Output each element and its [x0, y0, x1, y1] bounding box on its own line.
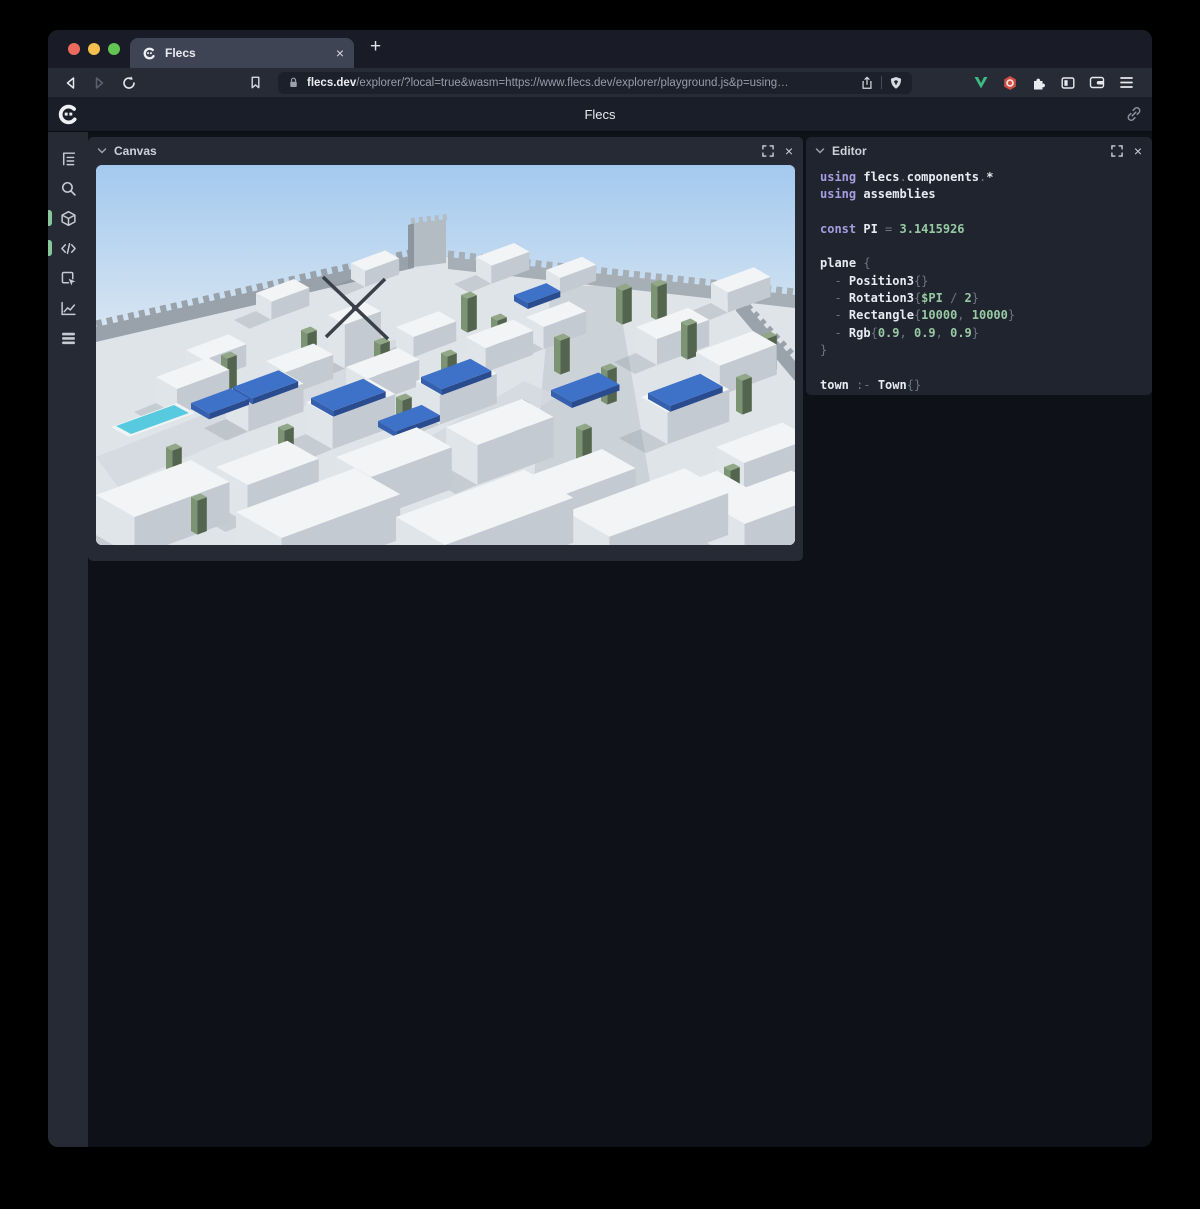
zoom-window-button[interactable] [108, 43, 120, 55]
editor-code[interactable]: using flecs.components.*using assemblies… [806, 165, 1152, 394]
code-icon [60, 240, 77, 257]
tab-bar: Flecs × + [48, 30, 1152, 68]
url-path: /explorer/?local=true&wasm=https://www.f… [356, 77, 853, 89]
reload-button[interactable] [118, 72, 140, 94]
toolbar-extensions [973, 75, 1140, 91]
browser-tab[interactable]: Flecs × [130, 38, 354, 68]
sidebar-item-inspector[interactable] [48, 263, 88, 293]
lock-icon [287, 76, 300, 89]
url-bar[interactable]: flecs.dev /explorer/?local=true&wasm=htt… [278, 72, 912, 94]
extensions-puzzle-icon[interactable] [1031, 75, 1047, 91]
back-button[interactable] [60, 72, 82, 94]
browser-window: Flecs × + flecs.d [48, 30, 1152, 1147]
chart-icon [60, 300, 77, 317]
close-panel-icon[interactable]: × [785, 144, 793, 158]
url-domain: flecs.dev [307, 77, 356, 89]
navigation-toolbar: flecs.dev /explorer/?local=true&wasm=htt… [48, 68, 1152, 97]
collapse-chevron-icon[interactable] [815, 147, 825, 155]
search-icon [60, 180, 77, 197]
stats-icon [60, 330, 77, 347]
canvas-panel: Canvas × [88, 137, 803, 561]
canvas-panel-header: Canvas × [88, 137, 803, 165]
sidebar-item-tree[interactable] [48, 143, 88, 173]
fullscreen-icon[interactable] [1111, 145, 1123, 157]
active-indicator [48, 240, 52, 256]
tab-favicon-flecs-logo-icon [142, 46, 157, 61]
extension-badge-icon[interactable] [1002, 75, 1018, 91]
canvas-3d-scene[interactable] [96, 165, 795, 545]
editor-panel-title: Editor [832, 144, 867, 158]
close-panel-icon[interactable]: × [1134, 144, 1142, 158]
sidebar-item-search[interactable] [48, 173, 88, 203]
url-divider [881, 76, 882, 89]
inspector-icon [60, 270, 77, 287]
tree-icon [60, 150, 77, 167]
editor-panel: Editor × using flecs.components.*using a… [806, 137, 1152, 395]
close-window-button[interactable] [68, 43, 80, 55]
menu-hamburger-icon[interactable] [1119, 76, 1134, 89]
vue-devtools-icon[interactable] [973, 75, 989, 90]
editor-panel-header: Editor × [806, 137, 1152, 165]
active-indicator [48, 210, 52, 226]
traffic-lights [68, 43, 120, 55]
sidebar-item-entities[interactable] [48, 203, 88, 233]
new-tab-button[interactable]: + [370, 36, 381, 58]
canvas-3d-viewport[interactable] [96, 165, 795, 545]
bookmark-icon[interactable] [244, 72, 266, 94]
page-title: Flecs [48, 107, 1152, 122]
left-sidebar [48, 132, 88, 1147]
sidebar-item-stats[interactable] [48, 323, 88, 353]
forward-button[interactable] [88, 72, 110, 94]
share-icon[interactable] [860, 76, 874, 90]
main-area: Canvas × [88, 132, 1152, 1147]
sidebar-item-charts[interactable] [48, 293, 88, 323]
canvas-panel-title: Canvas [114, 144, 157, 158]
sidebar-toggle-icon[interactable] [1060, 75, 1076, 91]
tab-close-icon[interactable]: × [336, 46, 344, 60]
app-header: Flecs [48, 97, 1152, 132]
sidebar-item-code[interactable] [48, 233, 88, 263]
minimize-window-button[interactable] [88, 43, 100, 55]
fullscreen-icon[interactable] [762, 145, 774, 157]
page-content: Canvas × [48, 132, 1152, 1147]
wallet-icon[interactable] [1089, 75, 1106, 90]
collapse-chevron-icon[interactable] [97, 147, 107, 155]
tab-title: Flecs [165, 46, 196, 60]
entities-cube-icon [60, 210, 77, 227]
brave-shield-icon[interactable] [889, 76, 903, 90]
